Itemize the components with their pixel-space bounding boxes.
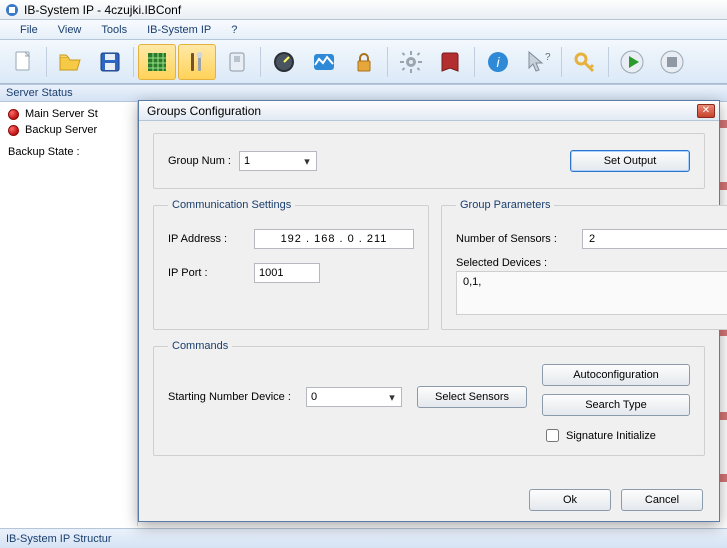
settings-columns: Communication Settings IP Address : 192 … <box>153 199 705 340</box>
commands-right: Autoconfiguration Search Type Signature … <box>542 364 690 445</box>
communication-settings-legend: Communication Settings <box>168 199 295 211</box>
selected-devices-value: 0,1, <box>463 276 481 288</box>
starting-number-device-value: 0 <box>311 391 317 403</box>
toolbar-sep <box>260 47 261 77</box>
group-parameters-legend: Group Parameters <box>456 199 554 211</box>
number-of-sensors-label: Number of Sensors : <box>456 233 574 245</box>
chevron-down-icon: ▾ <box>300 155 314 168</box>
main-server-status-label: Main Server St <box>25 108 98 120</box>
menubar: File View Tools IB-System IP ? <box>0 20 727 40</box>
main-window-title: IB-System IP - 4czujki.IBConf <box>24 3 181 17</box>
ok-button[interactable]: Ok <box>529 489 611 511</box>
commands-legend: Commands <box>168 340 232 352</box>
ip-port-input[interactable] <box>254 263 320 283</box>
chevron-down-icon: ▾ <box>385 391 399 404</box>
toolbar-sep <box>133 47 134 77</box>
server-status-label: Server Status <box>6 87 73 99</box>
toolbar-save-icon[interactable] <box>91 44 129 80</box>
signature-initialize-row[interactable]: Signature Initialize <box>542 426 690 445</box>
backup-state-label: Backup State : <box>8 146 80 158</box>
menu-view[interactable]: View <box>50 22 90 38</box>
toolbar-gauge-icon[interactable] <box>265 44 303 80</box>
groups-configuration-dialog: Groups Configuration ✕ Group Num : 1 ▾ S… <box>138 100 720 522</box>
commands-left: Starting Number Device : 0 ▾ Select Sens… <box>168 364 528 408</box>
toolbar-sep <box>561 47 562 77</box>
bottom-status-strip: IB-System IP Structur <box>0 528 727 548</box>
group-num-section: Group Num : 1 ▾ Set Output <box>153 133 705 189</box>
menu-file[interactable]: File <box>12 22 46 38</box>
toolbar-sep <box>474 47 475 77</box>
starting-number-device-label: Starting Number Device : <box>168 391 291 403</box>
ip-port-label: IP Port : <box>168 267 246 279</box>
dialog-close-button[interactable]: ✕ <box>697 104 715 118</box>
search-type-button[interactable]: Search Type <box>542 394 690 416</box>
dialog-titlebar[interactable]: Groups Configuration ✕ <box>139 101 719 121</box>
svg-text:?: ? <box>545 52 551 63</box>
menu-help[interactable]: ? <box>223 22 245 38</box>
toolbar-switch-icon[interactable] <box>218 44 256 80</box>
starting-number-device-combo[interactable]: 0 ▾ <box>306 387 402 407</box>
toolbar-stop-icon[interactable] <box>653 44 691 80</box>
backup-server-status-row: Backup Server <box>8 124 137 136</box>
toolbar-info-icon[interactable]: i <box>479 44 517 80</box>
backup-state-row: Backup State : <box>8 146 137 158</box>
signature-initialize-checkbox[interactable] <box>546 429 559 442</box>
ip-address-value: 192 . 168 . 0 . 211 <box>281 233 388 245</box>
dialog-body: Group Num : 1 ▾ Set Output Communication… <box>139 121 719 521</box>
menu-tools[interactable]: Tools <box>93 22 135 38</box>
toolbar-activity-icon[interactable] <box>305 44 343 80</box>
toolbar-new-icon[interactable] <box>4 44 42 80</box>
status-dot-icon <box>8 125 19 136</box>
ip-address-label: IP Address : <box>168 233 246 245</box>
commands-section: Commands Starting Number Device : 0 ▾ Se… <box>153 340 705 456</box>
status-dot-icon <box>8 109 19 120</box>
toolbar-tools-icon[interactable] <box>178 44 216 80</box>
main-toolbar: i ? <box>0 40 727 84</box>
structure-label: IB-System IP Structur <box>6 533 112 545</box>
toolbar-sep <box>46 47 47 77</box>
signature-initialize-label: Signature Initialize <box>566 430 656 442</box>
ip-address-input[interactable]: 192 . 168 . 0 . 211 <box>254 229 414 249</box>
toolbar-play-icon[interactable] <box>613 44 651 80</box>
toolbar-sep <box>387 47 388 77</box>
group-num-value: 1 <box>244 155 250 167</box>
dialog-title: Groups Configuration <box>147 104 261 118</box>
main-window-titlebar: IB-System IP - 4czujki.IBConf <box>0 0 727 20</box>
group-num-label: Group Num : <box>168 155 231 167</box>
toolbar-key-icon[interactable] <box>566 44 604 80</box>
server-status-panel: Main Server St Backup Server Backup Stat… <box>0 102 138 526</box>
menu-ibsystem[interactable]: IB-System IP <box>139 22 219 38</box>
toolbar-cursor-help-icon[interactable]: ? <box>519 44 557 80</box>
communication-settings-section: Communication Settings IP Address : 192 … <box>153 199 429 330</box>
toolbar-book-icon[interactable] <box>432 44 470 80</box>
toolbar-grid-icon[interactable] <box>138 44 176 80</box>
toolbar-lock-icon[interactable] <box>345 44 383 80</box>
dialog-footer: Ok Cancel <box>529 489 703 511</box>
select-sensors-button[interactable]: Select Sensors <box>417 386 527 408</box>
autoconfiguration-button[interactable]: Autoconfiguration <box>542 364 690 386</box>
close-icon: ✕ <box>702 106 710 116</box>
group-num-combo[interactable]: 1 ▾ <box>239 151 317 171</box>
cancel-button[interactable]: Cancel <box>621 489 703 511</box>
main-server-status-row: Main Server St <box>8 108 137 120</box>
set-output-button[interactable]: Set Output <box>570 150 690 172</box>
toolbar-open-icon[interactable] <box>51 44 89 80</box>
backup-server-label: Backup Server <box>25 124 97 136</box>
toolbar-gear-icon[interactable] <box>392 44 430 80</box>
selected-devices-box: 0,1, <box>456 271 727 315</box>
number-of-sensors-input[interactable] <box>582 229 727 249</box>
toolbar-sep <box>608 47 609 77</box>
selected-devices-label: Selected Devices : <box>456 257 547 269</box>
group-parameters-section: Group Parameters Number of Sensors : Sel… <box>441 199 727 330</box>
app-icon <box>4 2 20 18</box>
